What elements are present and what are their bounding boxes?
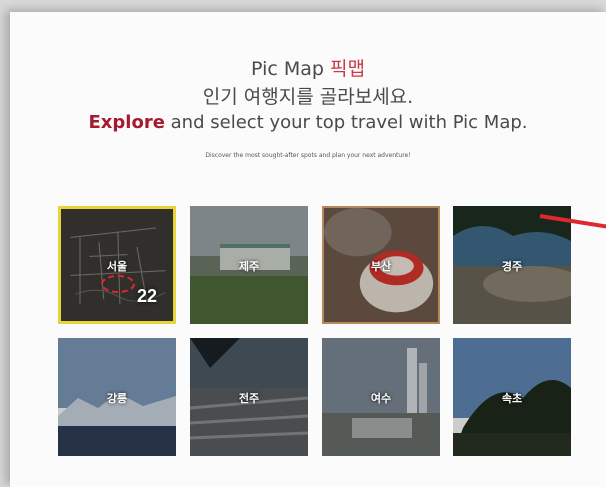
destination-tile-gangneung[interactable]: 강릉 (58, 338, 176, 456)
page-title: Pic Map 픽맵 (10, 54, 606, 81)
destination-tile-yeosu[interactable]: 여수 (322, 338, 440, 456)
annotation-circle (101, 275, 135, 293)
page-description: Discover the most sought-after spots and… (205, 152, 411, 159)
selection-count-badge: 22 (136, 286, 157, 306)
destination-label: 강릉 (106, 392, 128, 405)
destination-tile-jeonju[interactable]: 전주 (190, 338, 308, 456)
brand-ko: 픽맵 (329, 58, 365, 80)
destination-tile-sokcho[interactable]: 속초 (453, 338, 571, 456)
tagline-accent: Explore (88, 112, 165, 133)
destination-label: 여수 (370, 392, 392, 405)
destination-tile-gyeongju[interactable]: 경주 (453, 206, 571, 324)
tagline: Explore and select your top travel with … (10, 112, 606, 133)
destination-tile-jeju[interactable]: 제주 (190, 206, 308, 324)
destination-tile-busan[interactable]: 부산 (322, 206, 440, 324)
tagline-rest: and select your top travel with Pic Map. (170, 112, 528, 133)
destination-label: 전주 (238, 392, 260, 405)
destination-label: 속초 (501, 392, 523, 405)
destination-label: 제주 (238, 260, 260, 273)
destination-label: 서울 (106, 260, 128, 273)
destination-tile-seoul[interactable]: 서울 22 (58, 206, 176, 324)
brand-en: Pic Map (251, 58, 324, 80)
destination-label: 경주 (501, 260, 523, 273)
destination-label: 부산 (370, 260, 392, 273)
page-subtitle: 인기 여행지를 골라보세요. (202, 86, 414, 108)
